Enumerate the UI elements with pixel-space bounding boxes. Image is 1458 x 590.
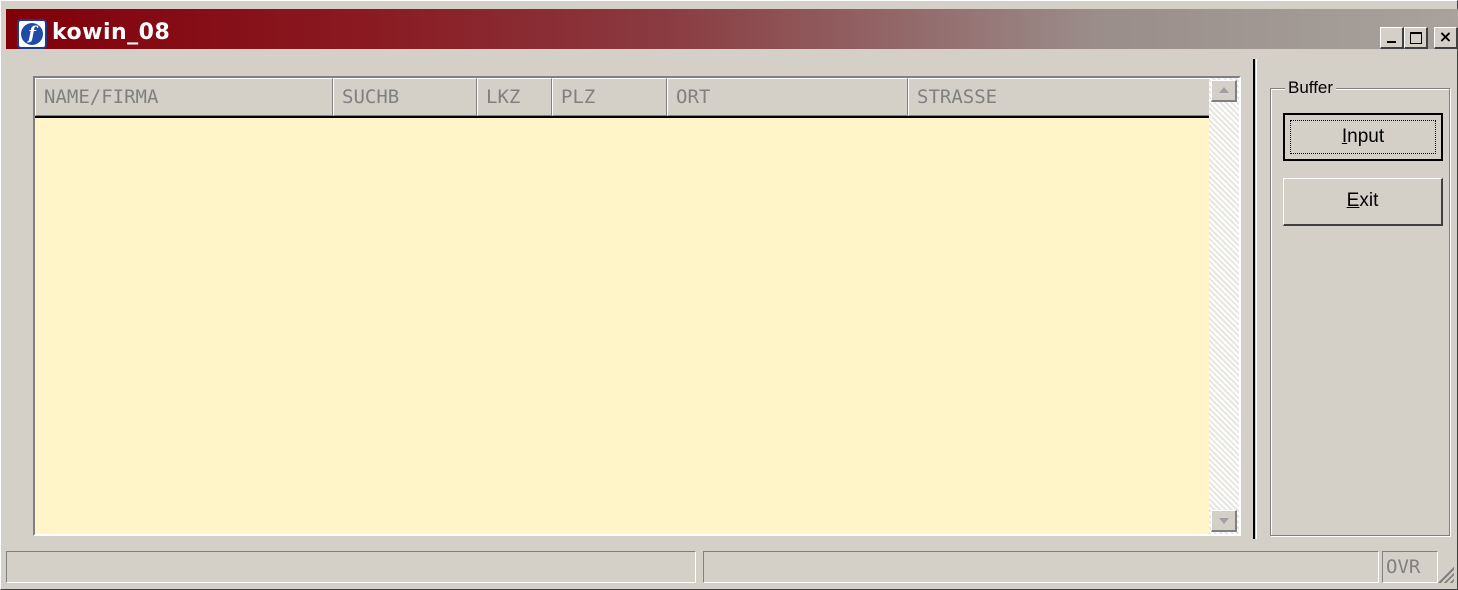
status-pane-1	[6, 551, 696, 583]
maximize-button[interactable]	[1404, 27, 1428, 49]
scroll-up-button[interactable]	[1211, 80, 1237, 102]
exit-button-mnemonic: E	[1346, 190, 1360, 211]
input-button[interactable]: Input	[1283, 113, 1443, 161]
focus-rectangle	[1290, 120, 1436, 154]
close-button[interactable]: ×	[1434, 27, 1458, 49]
column-header-name-firma[interactable]: NAME/FIRMA	[35, 78, 333, 116]
buffer-group-label: Buffer	[1285, 77, 1337, 99]
records-list[interactable]: NAME/FIRMA SUCHB LKZ PLZ ORT STRASSE	[33, 76, 1241, 536]
status-bar: OVR	[6, 549, 1456, 587]
vertical-scrollbar[interactable]	[1209, 78, 1239, 534]
list-body[interactable]	[35, 118, 1211, 534]
title-bar[interactable]: f kowin_08 ×	[6, 9, 1458, 49]
list-header: NAME/FIRMA SUCHB LKZ PLZ ORT STRASSE	[35, 78, 1211, 118]
exit-button-label: xit	[1359, 190, 1379, 211]
column-header-strasse[interactable]: STRASSE	[908, 78, 1211, 116]
scroll-down-button[interactable]	[1211, 510, 1237, 532]
column-header-ort[interactable]: ORT	[667, 78, 908, 116]
exit-button[interactable]: Exit	[1283, 178, 1443, 226]
status-pane-overwrite: OVR	[1382, 551, 1438, 583]
panel-splitter[interactable]	[1253, 59, 1257, 539]
column-header-lkz[interactable]: LKZ	[477, 78, 552, 116]
app-icon[interactable]: f	[17, 19, 47, 49]
column-header-plz[interactable]: PLZ	[552, 78, 667, 116]
main-window: f kowin_08 × NAME/FIRMA SUCHB LKZ PLZ OR…	[0, 0, 1458, 590]
resize-grip-icon[interactable]	[1438, 567, 1454, 583]
status-pane-2	[703, 551, 1379, 583]
window-title: kowin_08	[52, 20, 171, 45]
minimize-button[interactable]	[1380, 27, 1404, 49]
column-header-suchb[interactable]: SUCHB	[333, 78, 477, 116]
